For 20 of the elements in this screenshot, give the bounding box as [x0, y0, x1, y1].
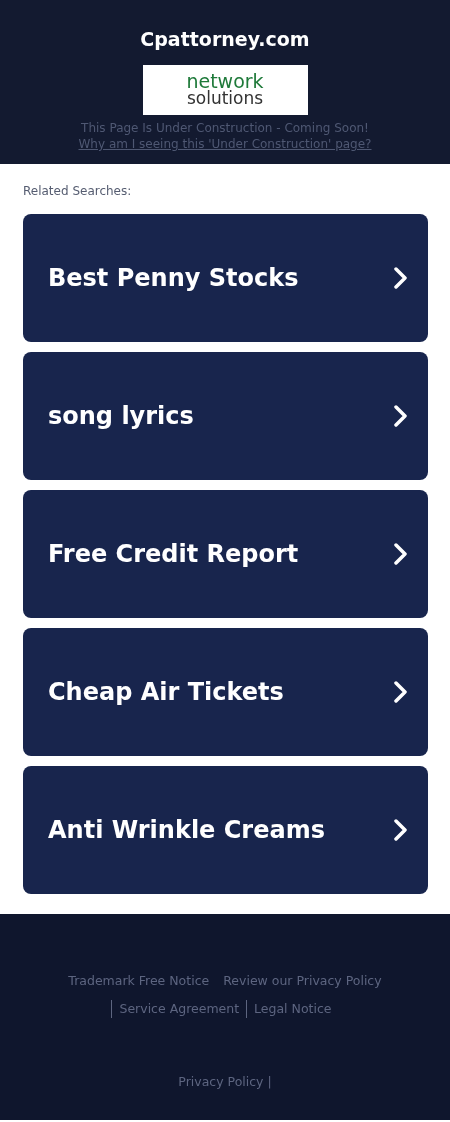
search-link[interactable]: Free Credit Report — [23, 490, 428, 618]
logo: network solutions — [142, 65, 308, 115]
footer-link[interactable]: Review our Privacy Policy — [216, 972, 389, 990]
footer-link[interactable]: Trademark Free Notice — [61, 972, 217, 990]
search-link[interactable]: Anti Wrinkle Creams — [23, 766, 428, 894]
section-label: Related Searches: — [23, 184, 133, 198]
search-link[interactable]: Best Penny Stocks — [23, 214, 428, 342]
info-link[interactable]: Why am I seeing this 'Under Construction' page? — [78, 136, 372, 152]
chevron-icon — [394, 543, 408, 565]
search-link[interactable]: song lyrics — [23, 352, 428, 480]
site-title: Cpattorney.com — [140, 27, 310, 51]
footer-link[interactable]: Service Agreement — [111, 1000, 247, 1018]
chevron-icon — [394, 405, 408, 427]
footer-link[interactable]: Legal Notice — [246, 1000, 339, 1018]
chevron-icon — [394, 681, 408, 703]
notice-text: This Page Is Under Construction - Coming Soon! — [81, 120, 369, 136]
chevron-icon — [394, 819, 408, 841]
chevron-icon — [394, 267, 408, 289]
search-link[interactable]: Cheap Air Tickets — [23, 628, 428, 756]
footer-link[interactable]: Privacy Policy | — [178, 1074, 272, 1089]
